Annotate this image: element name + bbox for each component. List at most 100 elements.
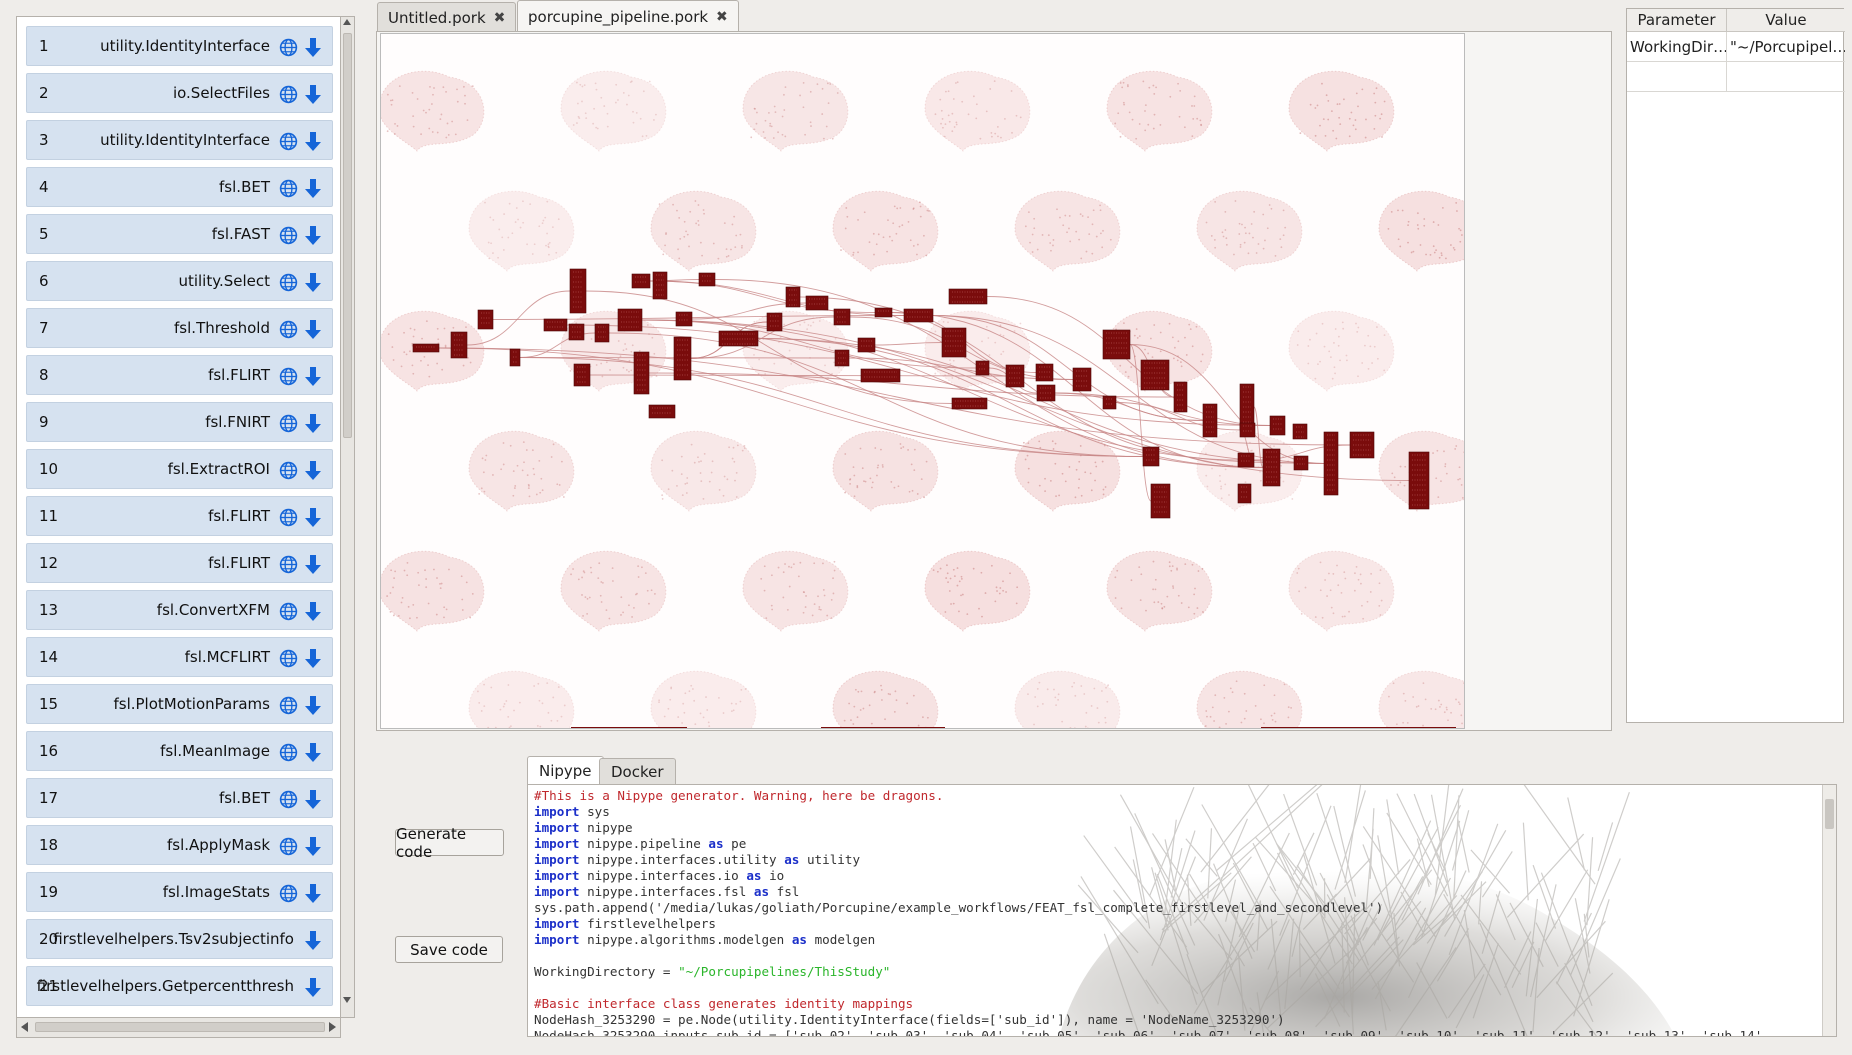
- save-code-button[interactable]: Save code: [395, 936, 503, 963]
- pipeline-node[interactable]: [633, 351, 650, 395]
- pipeline-node[interactable]: [1150, 483, 1171, 519]
- pipeline-node[interactable]: [1408, 451, 1430, 510]
- node-list-item[interactable]: 19 fsl.ImageStats: [26, 872, 333, 912]
- code-line[interactable]: import firstlevelhelpers: [534, 916, 1762, 932]
- pipeline-node[interactable]: [766, 312, 783, 332]
- node-list-item[interactable]: 10 fsl.ExtractROI: [26, 449, 333, 489]
- scrollbar-thumb[interactable]: [1825, 799, 1834, 829]
- node-list-item[interactable]: 12 fsl.FLIRT: [26, 543, 333, 583]
- pipeline-node[interactable]: [903, 308, 934, 323]
- node-list-item[interactable]: 2 io.SelectFiles: [26, 73, 333, 113]
- add-node-arrow-icon[interactable]: [304, 930, 322, 951]
- tab-untitled-pork[interactable]: Untitled.pork ✖: [377, 2, 517, 32]
- node-list-item[interactable]: 3 utility.IdentityInterface: [26, 120, 333, 160]
- pipeline-node[interactable]: [1237, 452, 1255, 468]
- documentation-globe-icon[interactable]: [279, 461, 298, 480]
- add-node-arrow-icon[interactable]: [304, 601, 322, 622]
- code-line[interactable]: import nipype.interfaces.fsl as fsl: [534, 884, 1762, 900]
- add-node-arrow-icon[interactable]: [304, 836, 322, 857]
- documentation-globe-icon[interactable]: [279, 132, 298, 151]
- node-list-item[interactable]: 8 fsl.FLIRT: [26, 355, 333, 395]
- close-tab-icon[interactable]: ✖: [716, 9, 728, 25]
- add-node-arrow-icon[interactable]: [304, 225, 322, 246]
- pipeline-node[interactable]: [834, 349, 850, 367]
- pipeline-node[interactable]: [594, 323, 610, 343]
- pipeline-graph-canvas[interactable]: [380, 33, 1465, 729]
- node-list-item[interactable]: 11 fsl.FLIRT: [26, 496, 333, 536]
- generate-code-button[interactable]: Generate code: [395, 825, 504, 861]
- scroll-right-arrow-icon[interactable]: [329, 1022, 336, 1032]
- code-line[interactable]: import nipype.interfaces.utility as util…: [534, 852, 1762, 868]
- node-list-horizontal-scrollbar[interactable]: [16, 1018, 341, 1038]
- pipeline-node[interactable]: [652, 271, 668, 300]
- pipeline-node[interactable]: [1269, 415, 1286, 436]
- node-list-item[interactable]: 7 fsl.Threshold: [26, 308, 333, 348]
- node-list-item[interactable]: 4 fsl.BET: [26, 167, 333, 207]
- documentation-globe-icon[interactable]: [279, 226, 298, 245]
- pipeline-node[interactable]: [509, 348, 521, 367]
- pipeline-node[interactable]: [857, 337, 876, 353]
- pipeline-node[interactable]: [568, 323, 585, 341]
- code-line[interactable]: import nipype.algorithms.modelgen as mod…: [534, 932, 1762, 948]
- add-node-arrow-icon[interactable]: [304, 742, 322, 763]
- code-editor[interactable]: #This is a Nipype generator. Warning, he…: [527, 784, 1837, 1037]
- add-node-arrow-icon[interactable]: [304, 178, 322, 199]
- add-node-arrow-icon[interactable]: [304, 272, 322, 293]
- add-node-arrow-icon[interactable]: [304, 319, 322, 340]
- documentation-globe-icon[interactable]: [279, 743, 298, 762]
- code-vertical-scrollbar[interactable]: [1822, 785, 1836, 1036]
- value-cell[interactable]: "~/Porcupipel…: [1727, 32, 1845, 62]
- value-column-header[interactable]: Value: [1727, 9, 1845, 32]
- add-node-arrow-icon[interactable]: [304, 554, 322, 575]
- node-list-item[interactable]: 9 fsl.FNIRT: [26, 402, 333, 442]
- code-line[interactable]: NodeHash_3253290.inputs.sub_id = ['sub-0…: [534, 1028, 1762, 1036]
- add-node-arrow-icon[interactable]: [304, 37, 322, 58]
- documentation-globe-icon[interactable]: [279, 367, 298, 386]
- pipeline-node[interactable]: [785, 286, 801, 308]
- empty-parameter-cell[interactable]: [1627, 62, 1727, 92]
- pipeline-node[interactable]: [1293, 455, 1309, 471]
- pipeline-node[interactable]: [1173, 381, 1188, 413]
- pipeline-node[interactable]: [805, 295, 829, 311]
- pipeline-node[interactable]: [1140, 359, 1170, 391]
- documentation-globe-icon[interactable]: [279, 884, 298, 903]
- add-node-arrow-icon[interactable]: [304, 507, 322, 528]
- pipeline-node[interactable]: [874, 307, 893, 318]
- node-list-vertical-scrollbar[interactable]: [341, 16, 355, 1018]
- code-line[interactable]: import sys: [534, 804, 1762, 820]
- code-line[interactable]: import nipype: [534, 820, 1762, 836]
- pipeline-node[interactable]: [543, 318, 568, 332]
- code-line[interactable]: NodeHash_3253290 = pe.Node(utility.Ident…: [534, 1012, 1762, 1028]
- documentation-globe-icon[interactable]: [279, 85, 298, 104]
- code-text[interactable]: #This is a Nipype generator. Warning, he…: [534, 788, 1762, 1036]
- documentation-globe-icon[interactable]: [279, 837, 298, 856]
- pipeline-node[interactable]: [412, 343, 440, 353]
- pipeline-node[interactable]: [1102, 395, 1117, 410]
- code-line[interactable]: import nipype.interfaces.io as io: [534, 868, 1762, 884]
- pipeline-node[interactable]: [975, 360, 990, 376]
- node-list-item[interactable]: 14 fsl.MCFLIRT: [26, 637, 333, 677]
- pipeline-node[interactable]: [1262, 448, 1281, 487]
- documentation-globe-icon[interactable]: [279, 38, 298, 57]
- node-list-item[interactable]: 16 fsl.MeanImage: [26, 731, 333, 771]
- pipeline-node[interactable]: [951, 397, 988, 410]
- add-node-arrow-icon[interactable]: [304, 789, 322, 810]
- pipeline-node[interactable]: [1102, 329, 1131, 360]
- code-line[interactable]: sys.path.append('/media/lukas/goliath/Po…: [534, 900, 1762, 916]
- tab-nipype[interactable]: Nipype: [527, 756, 604, 785]
- scroll-down-arrow-icon[interactable]: [343, 997, 351, 1003]
- code-line[interactable]: #This is a Nipype generator. Warning, he…: [534, 788, 1762, 804]
- pipeline-node[interactable]: [648, 404, 676, 419]
- pipeline-node[interactable]: [941, 327, 967, 358]
- pipeline-node[interactable]: [631, 273, 651, 289]
- documentation-globe-icon[interactable]: [279, 696, 298, 715]
- documentation-globe-icon[interactable]: [279, 555, 298, 574]
- scroll-up-arrow-icon[interactable]: [343, 19, 351, 25]
- scroll-left-arrow-icon[interactable]: [21, 1022, 28, 1032]
- code-line[interactable]: #Basic interface class generates identit…: [534, 996, 1762, 1012]
- documentation-globe-icon[interactable]: [279, 273, 298, 292]
- close-tab-icon[interactable]: ✖: [494, 10, 506, 26]
- scrollbar-thumb[interactable]: [35, 1022, 325, 1032]
- add-node-arrow-icon[interactable]: [304, 883, 322, 904]
- add-node-arrow-icon[interactable]: [304, 977, 322, 998]
